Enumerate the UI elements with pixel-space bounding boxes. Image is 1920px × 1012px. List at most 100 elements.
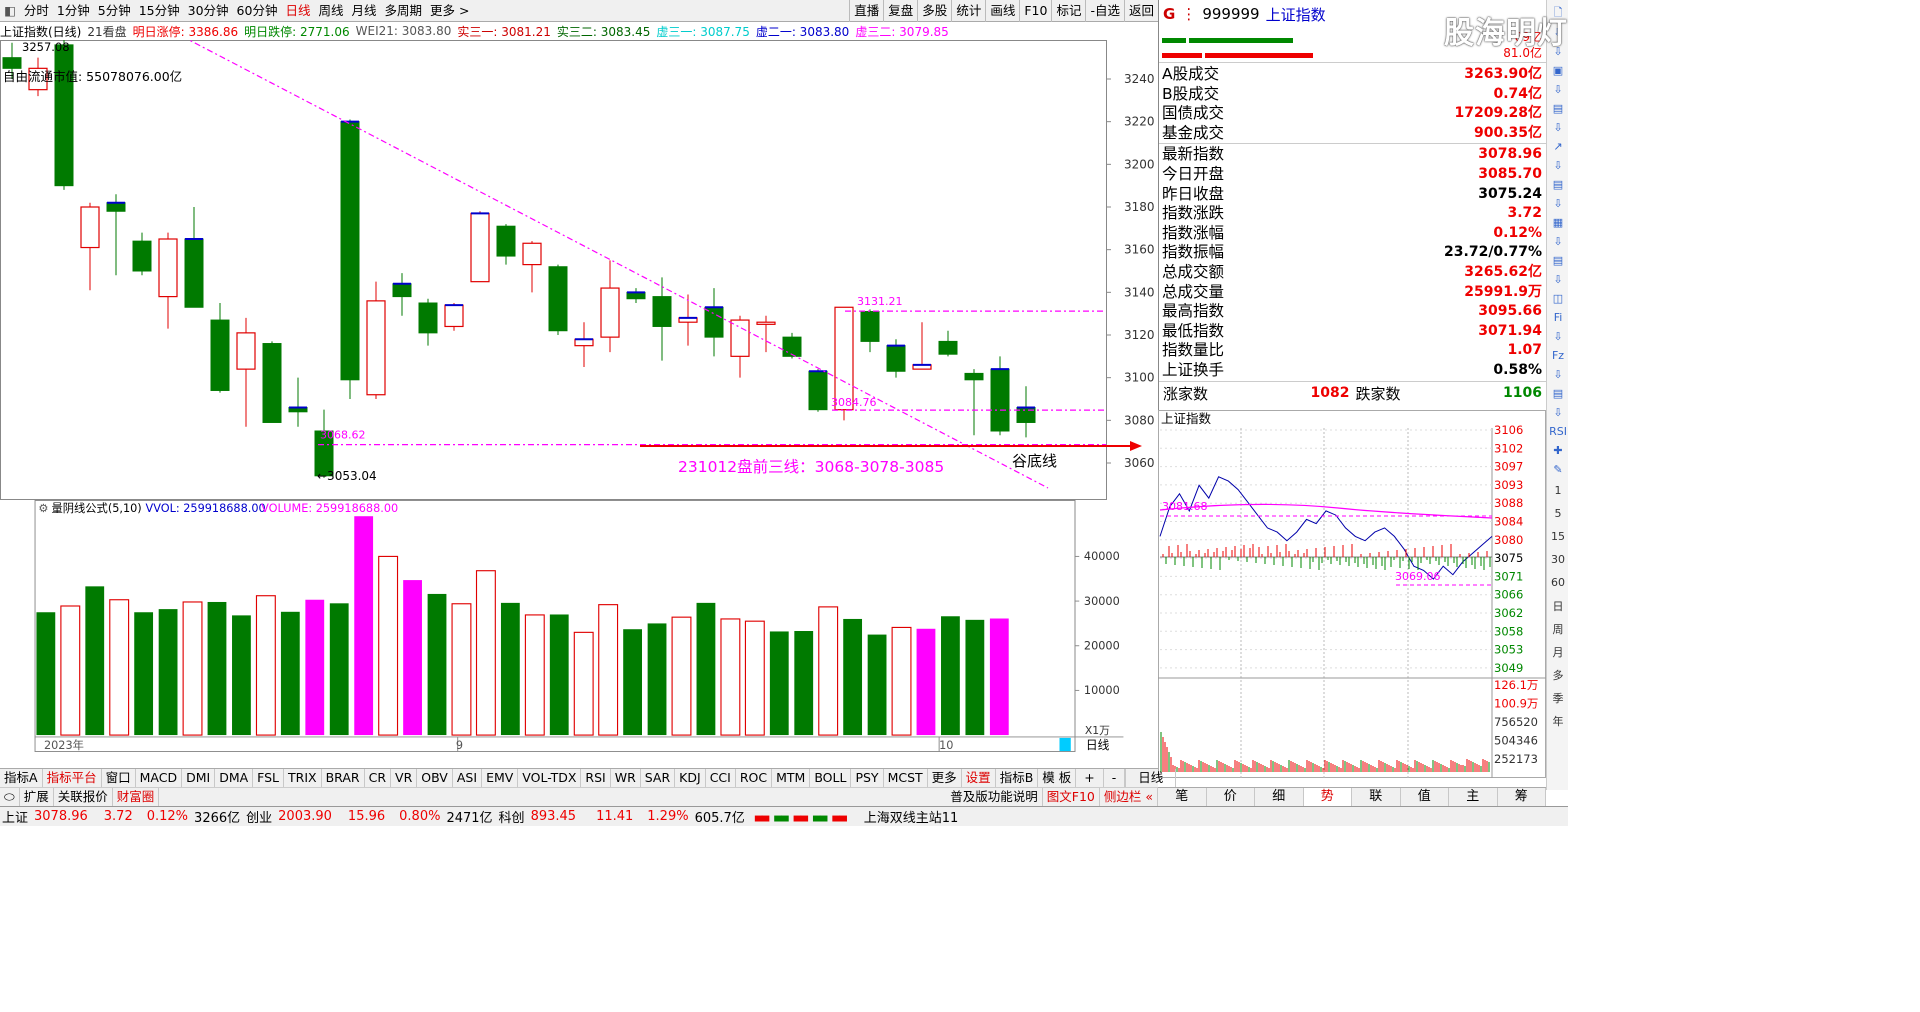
- indicator-right-tab-3[interactable]: -: [1104, 769, 1126, 787]
- indicator-tab-26[interactable]: 设置: [962, 769, 996, 787]
- indicator-tab-13[interactable]: EMV: [482, 769, 519, 787]
- indicator-tab-6[interactable]: FSL: [253, 769, 285, 787]
- period-tab-1[interactable]: 1分钟: [53, 0, 94, 22]
- indicator-tab-21[interactable]: MTM: [772, 769, 811, 787]
- quote-tab-2[interactable]: 细: [1255, 788, 1304, 806]
- list-icon[interactable]: ▤: [1547, 175, 1569, 194]
- indicator-right-tab-4[interactable]: 日线: [1125, 769, 1177, 787]
- toolbar-button-1[interactable]: 复盘: [883, 0, 917, 22]
- sidebar-period-10[interactable]: 年: [1547, 709, 1569, 732]
- down-icon[interactable]: ⇩: [1547, 194, 1569, 213]
- indicator-tab-5[interactable]: DMA: [215, 769, 254, 787]
- trend-icon[interactable]: ↗: [1547, 137, 1569, 156]
- indicator-tab-11[interactable]: OBV: [417, 769, 453, 787]
- down-icon[interactable]: ⇩: [1547, 327, 1569, 346]
- indicator-tab-2[interactable]: 窗口: [102, 769, 136, 787]
- sidebar-period-3[interactable]: 30: [1547, 548, 1569, 571]
- sidebar-period-5[interactable]: 日: [1547, 594, 1569, 617]
- indicator-tab-12[interactable]: ASI: [453, 769, 483, 787]
- volume-chart[interactable]: ⚙ 量阴线公式(5,10) VVOL: 259918688.00VOLUME: 25…: [0, 500, 1158, 752]
- table-icon[interactable]: ▦: [1547, 213, 1569, 232]
- period-tab-7[interactable]: 周线: [314, 0, 347, 22]
- quote-tab-1[interactable]: 价: [1207, 788, 1255, 806]
- sidebar-period-6[interactable]: 周: [1547, 617, 1569, 640]
- indicator-tab-0[interactable]: 指标A: [0, 769, 43, 787]
- ext-right-tab-2[interactable]: 侧边栏 «: [1100, 788, 1158, 806]
- sidebar-period-4[interactable]: 60: [1547, 571, 1569, 594]
- indicator-tab-23[interactable]: PSY: [851, 769, 884, 787]
- indicator-tab-20[interactable]: ROC: [736, 769, 773, 787]
- indicator-tab-10[interactable]: VR: [391, 769, 418, 787]
- down-icon[interactable]: ⇩: [1547, 156, 1569, 175]
- indicator-tab-19[interactable]: CCI: [706, 769, 736, 787]
- server-name[interactable]: 上海双线主站11: [864, 807, 959, 826]
- layout-icon[interactable]: ◧: [0, 0, 20, 22]
- period-tab-0[interactable]: 分时: [20, 0, 53, 22]
- period-tab-8[interactable]: 月线: [347, 0, 380, 22]
- toolbar-button-4[interactable]: 画线: [985, 0, 1019, 22]
- fz-icon[interactable]: Fz: [1547, 346, 1569, 365]
- down-icon[interactable]: ⇩: [1547, 365, 1569, 384]
- indicator-tab-22[interactable]: BOLL: [810, 769, 852, 787]
- ext-right-tab-1[interactable]: 图文F10: [1043, 788, 1100, 806]
- toolbar-button-3[interactable]: 统计: [951, 0, 985, 22]
- rsi-icon[interactable]: RSI: [1547, 422, 1569, 441]
- period-tab-4[interactable]: 30分钟: [184, 0, 233, 22]
- indicator-tab-8[interactable]: BRAR: [322, 769, 365, 787]
- sidebar-period-1[interactable]: 5: [1547, 502, 1569, 525]
- indicator-tab-17[interactable]: SAR: [641, 769, 676, 787]
- pen-icon[interactable]: ✎: [1547, 460, 1569, 479]
- move-icon[interactable]: ✚: [1547, 441, 1569, 460]
- quote-tab-0[interactable]: 笔: [1158, 788, 1207, 806]
- sidebar-period-9[interactable]: 季: [1547, 686, 1569, 709]
- toolbar-button-0[interactable]: 直播: [849, 0, 883, 22]
- quote-tab-3[interactable]: 势: [1303, 788, 1352, 806]
- toolbar-button-2[interactable]: 多股: [917, 0, 951, 22]
- indicator-right-tab-0[interactable]: 指标B: [996, 769, 1039, 787]
- indicator-tab-18[interactable]: KDJ: [675, 769, 706, 787]
- indicator-tab-1[interactable]: 指标平台: [43, 769, 102, 787]
- sidebar-period-0[interactable]: 1: [1547, 479, 1569, 502]
- period-tab-9[interactable]: 多周期: [381, 0, 427, 22]
- indicator-tab-16[interactable]: WR: [611, 769, 641, 787]
- grid-icon[interactable]: ▣: [1547, 61, 1569, 80]
- kanpan-label[interactable]: 21看盘: [87, 23, 126, 40]
- quote-tab-4[interactable]: 联: [1352, 788, 1401, 806]
- indicator-tab-14[interactable]: VOL-TDX: [518, 769, 582, 787]
- sidebar-period-2[interactable]: 15: [1547, 525, 1569, 548]
- fi-icon[interactable]: Fi: [1547, 308, 1569, 327]
- sidebar-period-8[interactable]: 多: [1547, 663, 1569, 686]
- indicator-right-tab-1[interactable]: 模 板: [1038, 769, 1077, 787]
- down-icon[interactable]: ⇩: [1547, 403, 1569, 422]
- indicator-right-tab-2[interactable]: +: [1076, 769, 1104, 787]
- toggle-icon[interactable]: ⬭: [0, 788, 20, 806]
- toolbar-button-5[interactable]: F10: [1019, 0, 1051, 22]
- down-icon[interactable]: ⇩: [1547, 232, 1569, 251]
- indicator-tab-9[interactable]: CR: [365, 769, 392, 787]
- candlestick-chart[interactable]: ◇306030803100312031403160318032003220324…: [0, 40, 1158, 500]
- list-icon[interactable]: ▤: [1547, 384, 1569, 403]
- quote-tab-7[interactable]: 筹: [1498, 788, 1546, 806]
- intraday-mini-chart[interactable]: 上证指数 3106 3102 3097 3093 3088 3084 3080 3075 3071…: [1158, 410, 1546, 778]
- period-tab-3[interactable]: 15分钟: [135, 0, 184, 22]
- indicator-tab-25[interactable]: 更多: [928, 769, 962, 787]
- indicator-tab-4[interactable]: DMI: [182, 769, 216, 787]
- period-tab-2[interactable]: 5分钟: [94, 0, 135, 22]
- panel-icon[interactable]: ◫: [1547, 289, 1569, 308]
- toolbar-button-6[interactable]: 标记: [1051, 0, 1085, 22]
- list-icon[interactable]: ▤: [1547, 99, 1569, 118]
- period-tab-10[interactable]: 更多 >: [426, 0, 473, 22]
- quote-tab-6[interactable]: 主: [1449, 788, 1498, 806]
- ext-tab-0[interactable]: 扩展: [20, 788, 54, 806]
- quote-tab-5[interactable]: 值: [1401, 788, 1449, 806]
- ext-tab-1[interactable]: 关联报价: [54, 788, 113, 806]
- indicator-tab-3[interactable]: MACD: [136, 769, 183, 787]
- list-icon[interactable]: ▤: [1547, 251, 1569, 270]
- indicator-tab-15[interactable]: RSI: [581, 769, 611, 787]
- indicator-tab-7[interactable]: TRIX: [284, 769, 322, 787]
- down-icon[interactable]: ⇩: [1547, 80, 1569, 99]
- toolbar-button-8[interactable]: 返回: [1123, 0, 1158, 22]
- period-tab-5[interactable]: 60分钟: [233, 0, 282, 22]
- toolbar-button-7[interactable]: -自选: [1085, 0, 1124, 22]
- down-icon[interactable]: ⇩: [1547, 270, 1569, 289]
